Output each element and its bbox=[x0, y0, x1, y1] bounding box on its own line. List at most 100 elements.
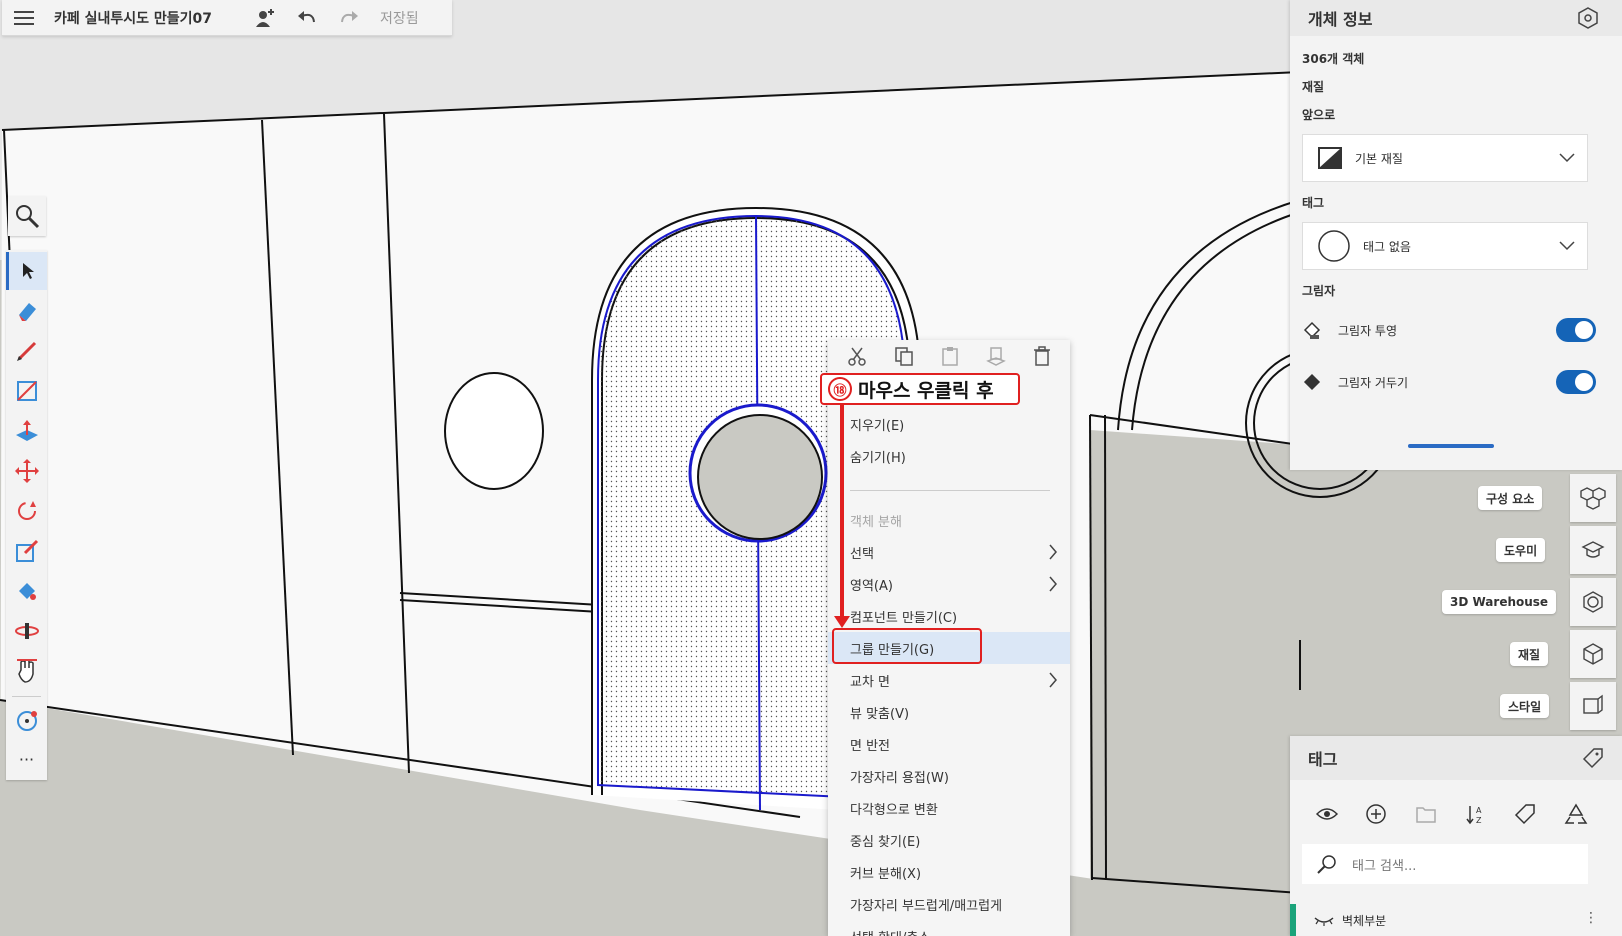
tags-header[interactable]: 태그 bbox=[1290, 736, 1622, 780]
tag-color-icon[interactable] bbox=[1514, 803, 1536, 825]
menu-item-select[interactable]: 선택 bbox=[828, 536, 1070, 568]
sort-az-icon[interactable]: AZ bbox=[1465, 803, 1487, 825]
tag-name: 벽체부분 bbox=[1342, 913, 1387, 928]
menu-item-soften-edges[interactable]: 가장자리 부드럽게/매끄럽게 bbox=[828, 888, 1070, 920]
tags-title: 태그 bbox=[1308, 750, 1338, 769]
chevron-right-icon bbox=[1049, 544, 1057, 560]
styles-button[interactable] bbox=[1570, 682, 1616, 730]
menu-item-convert-polygon[interactable]: 다각형으로 변환 bbox=[828, 792, 1070, 824]
paste-in-place-icon[interactable] bbox=[986, 346, 1007, 370]
more-tools-button[interactable]: ··· bbox=[6, 740, 47, 778]
menu-item-intersect-faces[interactable]: 교차 면 bbox=[828, 664, 1070, 696]
hamburger-menu-button[interactable] bbox=[2, 0, 46, 36]
undo-button[interactable] bbox=[286, 0, 328, 36]
save-status: 저장됨 bbox=[380, 10, 419, 27]
receive-shadow-toggle[interactable] bbox=[1556, 370, 1596, 394]
copy-icon[interactable] bbox=[894, 346, 914, 370]
add-user-icon bbox=[256, 8, 274, 27]
menu-item-find-center[interactable]: 중심 찾기(E) bbox=[828, 824, 1070, 856]
left-toolbar: ··· bbox=[6, 250, 47, 780]
front-label: 앞으로 bbox=[1302, 108, 1336, 122]
visibility-eye-icon[interactable] bbox=[1315, 806, 1338, 822]
components-button[interactable] bbox=[1570, 474, 1616, 522]
entity-info-header[interactable]: 개체 정보 bbox=[1290, 0, 1622, 36]
purge-recycle-icon[interactable] bbox=[1564, 803, 1588, 825]
context-menu-toolbar bbox=[828, 340, 1070, 376]
materials-button[interactable] bbox=[1570, 630, 1616, 678]
share-button[interactable] bbox=[244, 0, 286, 36]
annotation-callout: ⑱ 마우스 우클릭 후 bbox=[820, 373, 1020, 405]
rectangle-tool[interactable] bbox=[6, 372, 47, 410]
tag-icon[interactable] bbox=[1582, 747, 1604, 769]
chevron-down-icon bbox=[1559, 241, 1575, 251]
document-title[interactable]: 카페 실내투시도 만들기07 bbox=[54, 8, 244, 28]
pencil-icon bbox=[16, 341, 36, 361]
search-tool-button[interactable] bbox=[8, 196, 46, 236]
hand-icon bbox=[16, 659, 37, 683]
instructor-label[interactable]: 도우미 bbox=[1496, 538, 1546, 562]
select-tool[interactable] bbox=[6, 252, 47, 290]
menu-item-hide[interactable]: 숨기기(H) bbox=[828, 440, 1070, 472]
search-icon bbox=[1317, 855, 1336, 874]
panel-scrollbar[interactable] bbox=[1408, 444, 1494, 448]
tag-more-button[interactable]: ⋮ bbox=[1584, 910, 1598, 926]
menu-item-zoom-extents[interactable]: 뷰 맞춤(V) bbox=[828, 696, 1070, 728]
annotation-text: 마우스 우클릭 후 bbox=[858, 379, 994, 402]
pan-tool[interactable] bbox=[6, 652, 47, 690]
magnifier-icon bbox=[16, 205, 40, 229]
styles-label[interactable]: 스타일 bbox=[1500, 694, 1550, 718]
hamburger-icon bbox=[14, 10, 34, 25]
cube-info-icon[interactable] bbox=[1576, 6, 1600, 30]
menu-item-area[interactable]: 영역(A) bbox=[828, 568, 1070, 600]
oval-window bbox=[444, 372, 544, 490]
svg-text:Z: Z bbox=[1476, 816, 1482, 825]
menu-item-zoom-selection[interactable]: 선택 확대/축소 bbox=[828, 920, 1070, 936]
chevron-right-icon bbox=[1049, 576, 1057, 592]
redo-icon bbox=[341, 10, 358, 22]
scale-tool[interactable] bbox=[6, 532, 47, 570]
tape-measure-tool[interactable] bbox=[6, 702, 47, 740]
warehouse-icon bbox=[1583, 591, 1603, 613]
materials-label[interactable]: 재질 bbox=[1510, 642, 1549, 666]
instructor-button[interactable] bbox=[1570, 526, 1616, 574]
cast-shadow-toggle[interactable] bbox=[1556, 318, 1596, 342]
components-label[interactable]: 구성 요소 bbox=[1478, 486, 1543, 510]
tape-icon bbox=[16, 711, 37, 731]
tag-search-field[interactable]: 태그 검색... bbox=[1302, 844, 1588, 884]
warehouse-button[interactable] bbox=[1570, 578, 1616, 626]
scale-icon bbox=[15, 539, 38, 562]
pencil-tool[interactable] bbox=[6, 332, 47, 370]
default-material-icon bbox=[1318, 147, 1342, 169]
tag-label: 태그 bbox=[1302, 196, 1325, 210]
add-folder-icon[interactable] bbox=[1415, 804, 1437, 824]
tag-color-circle-icon bbox=[1318, 230, 1350, 262]
entity-info-title: 개체 정보 bbox=[1308, 10, 1373, 29]
menu-item-weld-edges[interactable]: 가장자리 용접(W) bbox=[828, 760, 1070, 792]
menu-item-explode[interactable]: 객체 분해 bbox=[828, 504, 1070, 536]
menu-item-erase[interactable]: 지우기(E) bbox=[828, 408, 1070, 440]
rotate-tool[interactable] bbox=[6, 492, 47, 530]
tag-dropdown[interactable]: 태그 없음 bbox=[1302, 222, 1588, 270]
tag-value: 태그 없음 bbox=[1363, 239, 1411, 254]
rotate-icon bbox=[17, 501, 36, 520]
move-tool[interactable] bbox=[6, 452, 47, 490]
instructor-icon bbox=[1581, 541, 1605, 558]
cut-icon[interactable] bbox=[847, 346, 867, 370]
shadow-label: 그림자 bbox=[1302, 284, 1336, 298]
add-tag-icon[interactable] bbox=[1365, 803, 1387, 825]
components-icon bbox=[1580, 487, 1606, 510]
warehouse-label[interactable]: 3D Warehouse bbox=[1442, 590, 1557, 614]
eraser-tool[interactable] bbox=[6, 292, 47, 330]
push-pull-tool[interactable] bbox=[6, 412, 47, 450]
orbit-tool[interactable] bbox=[6, 612, 47, 650]
menu-item-reverse-faces[interactable]: 면 반전 bbox=[828, 728, 1070, 760]
hidden-eye-icon[interactable] bbox=[1314, 914, 1334, 926]
paint-bucket-tool[interactable] bbox=[6, 572, 47, 610]
material-dropdown[interactable]: 기본 재질 bbox=[1302, 134, 1588, 182]
paste-icon[interactable] bbox=[940, 346, 960, 370]
redo-button[interactable] bbox=[328, 0, 370, 36]
receive-shadow-label: 그림자 거두기 bbox=[1338, 375, 1409, 390]
delete-icon[interactable] bbox=[1033, 346, 1051, 370]
menu-item-explode-curve[interactable]: 커브 분해(X) bbox=[828, 856, 1070, 888]
tag-row[interactable]: 벽체부분 ⋮ bbox=[1290, 904, 1622, 936]
